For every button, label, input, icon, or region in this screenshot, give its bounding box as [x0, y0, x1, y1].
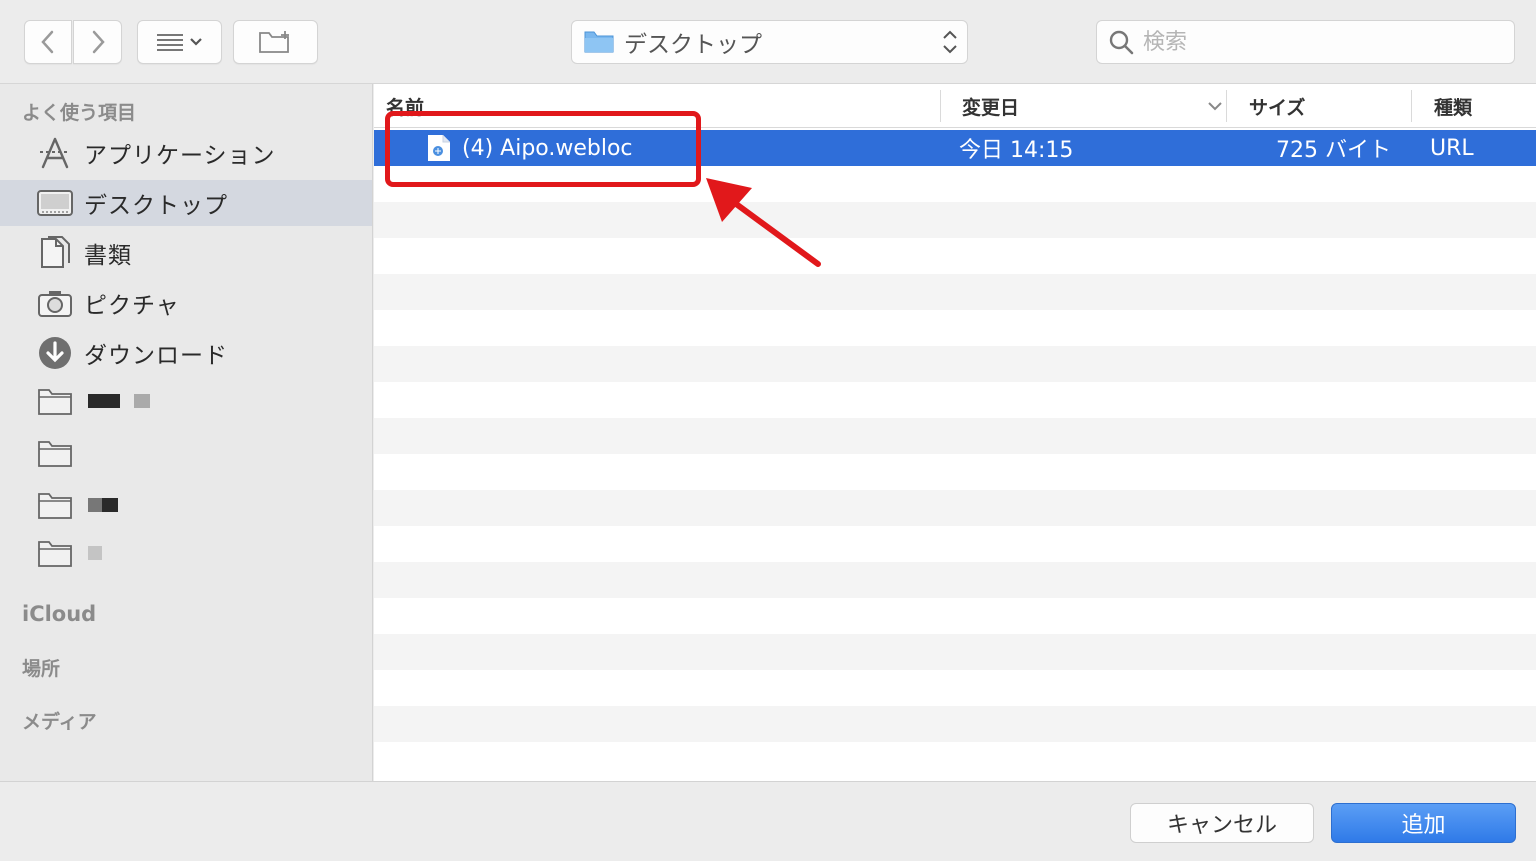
forward-button[interactable] [73, 20, 122, 64]
column-divider [940, 90, 941, 122]
icloud-heading: iCloud [22, 602, 97, 626]
location-popup[interactable]: デスクトップ [571, 20, 968, 64]
redacted-label [84, 492, 118, 518]
back-button[interactable] [24, 20, 72, 64]
sidebar-item-desktop[interactable]: デスクトップ [0, 180, 372, 226]
search-input[interactable] [1143, 29, 1503, 55]
sidebar-item-label: 書類 [84, 243, 132, 269]
places-heading: 場所 [22, 658, 61, 680]
up-down-chevron-icon [933, 28, 967, 56]
dialog-footer: キャンセル 追加 [0, 781, 1536, 861]
folder-icon [36, 534, 74, 572]
sidebar: よく使う項目 アプリケーション デスクトップ 書類 ピクチャ ダウンロード iC… [0, 84, 373, 781]
redacted-label [84, 388, 150, 414]
empty-row [374, 634, 1536, 670]
file-modified: 今日 14:15 [959, 138, 1074, 163]
desktop-icon [36, 184, 74, 222]
search-icon [1109, 30, 1134, 55]
column-kind[interactable]: 種類 [1434, 84, 1472, 128]
downloads-icon [36, 334, 74, 372]
new-folder-button[interactable] [233, 20, 318, 64]
file-size: 725 バイト [1276, 138, 1391, 163]
chevron-right-icon [92, 30, 105, 54]
search-field[interactable] [1096, 20, 1515, 64]
camera-icon [36, 284, 74, 322]
add-button[interactable]: 追加 [1331, 803, 1516, 843]
empty-row [374, 346, 1536, 382]
arrow-annotation-icon [706, 178, 821, 267]
folder-icon [584, 31, 614, 53]
favorites-heading: よく使う項目 [22, 102, 137, 124]
sidebar-item-folder[interactable] [0, 378, 372, 424]
file-list: 名前 変更日 サイズ 種類 (4) Aipo.webloc 今日 14:15 7… [374, 84, 1536, 781]
applications-icon [36, 134, 74, 172]
redacted-label [84, 540, 102, 566]
sidebar-item-folder[interactable] [0, 530, 372, 576]
sidebar-item-folder[interactable] [0, 430, 372, 476]
sidebar-item-documents[interactable]: 書類 [0, 230, 372, 276]
sidebar-item-label: アプリケーション [84, 143, 276, 169]
empty-row [374, 274, 1536, 310]
folder-icon [36, 434, 74, 472]
empty-row [374, 562, 1536, 598]
sort-chevron-down-icon [1208, 102, 1222, 111]
sidebar-item-label: ピクチャ [84, 293, 180, 319]
view-options-button[interactable] [137, 20, 222, 64]
chevron-left-icon [41, 30, 54, 54]
file-kind: URL [1430, 135, 1474, 161]
column-size[interactable]: サイズ [1249, 84, 1305, 128]
column-divider [1226, 90, 1227, 122]
empty-row [374, 490, 1536, 526]
folder-icon [36, 486, 74, 524]
sidebar-item-applications[interactable]: アプリケーション [0, 130, 372, 176]
sidebar-item-folder[interactable] [0, 482, 372, 528]
empty-row [374, 418, 1536, 454]
folder-icon [36, 382, 74, 420]
sidebar-item-pictures[interactable]: ピクチャ [0, 280, 372, 326]
empty-row [374, 706, 1536, 742]
toolbar: デスクトップ [0, 0, 1536, 84]
location-label: デスクトップ [624, 32, 762, 58]
media-heading: メディア [22, 711, 97, 733]
sidebar-item-label: デスクトップ [84, 193, 228, 219]
sidebar-item-downloads[interactable]: ダウンロード [0, 330, 372, 376]
cancel-button[interactable]: キャンセル [1130, 803, 1314, 843]
list-view-icon [156, 34, 202, 51]
empty-row [374, 202, 1536, 238]
highlight-annotation-box [385, 111, 701, 187]
documents-icon [36, 234, 74, 272]
new-folder-icon [258, 31, 289, 53]
sidebar-item-label: ダウンロード [84, 343, 228, 369]
column-divider [1411, 90, 1412, 122]
column-modified[interactable]: 変更日 [962, 84, 1228, 128]
